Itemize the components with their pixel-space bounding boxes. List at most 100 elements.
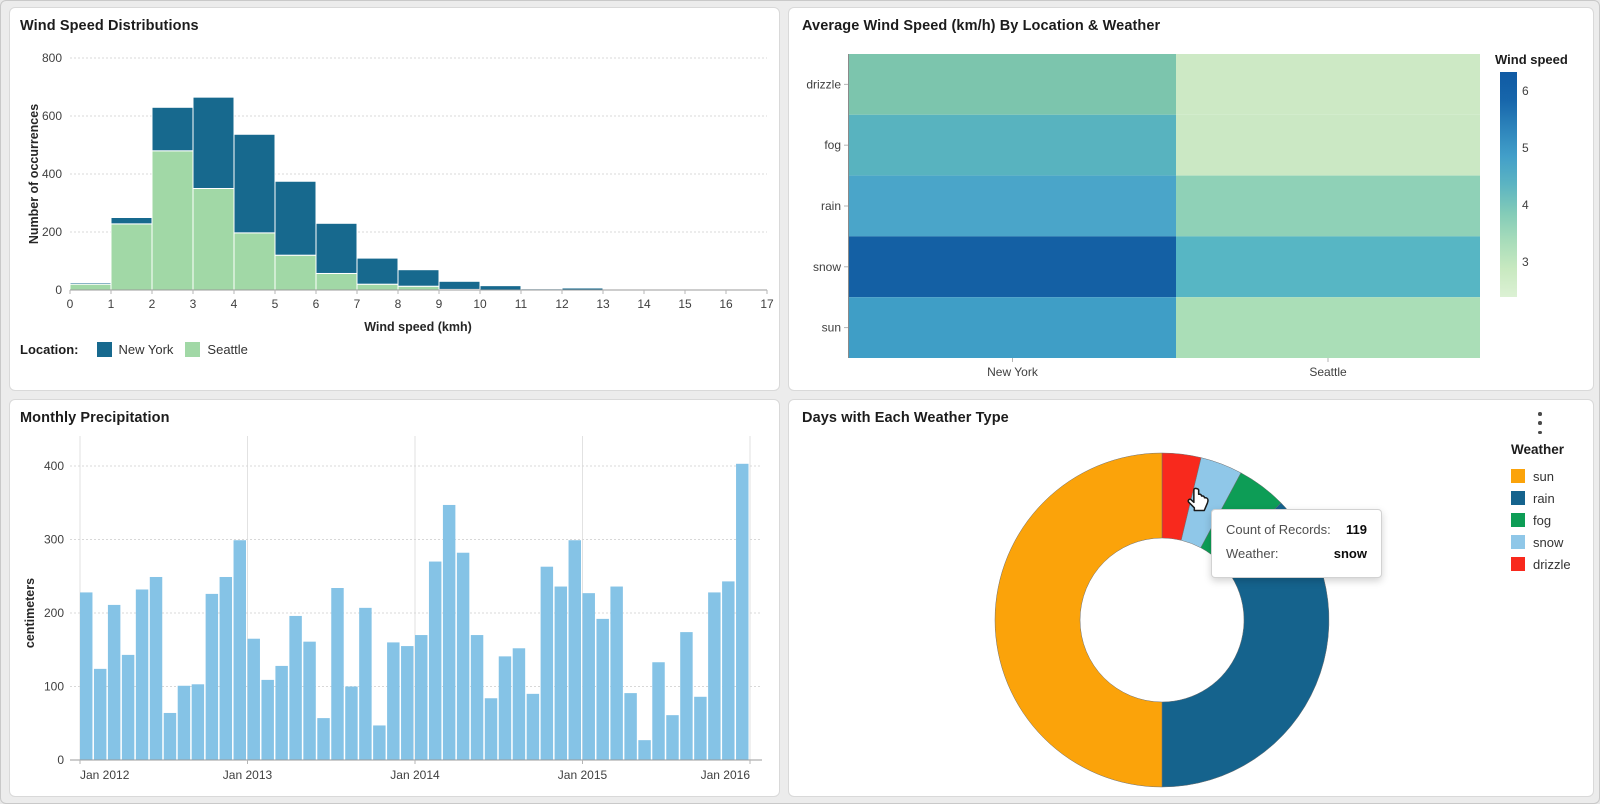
row-label: fog — [824, 138, 841, 152]
precipitation-bar[interactable] — [177, 685, 191, 760]
precipitation-bar[interactable] — [526, 693, 540, 760]
histogram-bar-seattle[interactable] — [151, 150, 194, 291]
histogram-bar-new-york[interactable] — [315, 222, 358, 274]
precipitation-bar[interactable] — [387, 642, 400, 760]
histogram-bar-new-york[interactable] — [438, 280, 481, 290]
histogram-bar-seattle[interactable] — [356, 283, 399, 291]
precipitation-bar[interactable] — [415, 635, 428, 760]
histogram-bar-new-york[interactable] — [69, 282, 112, 285]
y-tick-label: 400 — [44, 459, 64, 473]
wind-speed-heatmap: drizzle fog rain snow sun New York Seattle — [806, 54, 1480, 379]
precipitation-bar[interactable] — [275, 665, 288, 760]
precipitation-bar[interactable] — [191, 684, 205, 760]
precipitation-bar[interactable] — [219, 576, 233, 760]
precipitation-bar[interactable] — [512, 648, 526, 760]
precipitation-bar[interactable] — [135, 589, 149, 760]
precipitation-bar[interactable] — [610, 586, 623, 760]
heatmap-cell-drizzle-new-york[interactable] — [849, 54, 1176, 115]
precipitation-bar[interactable] — [289, 615, 302, 760]
histogram-bar-new-york[interactable] — [233, 133, 276, 234]
precipitation-bar[interactable] — [107, 604, 121, 760]
heatmap-cell-fog-new-york[interactable] — [849, 114, 1176, 176]
precipitation-bar[interactable] — [401, 646, 414, 760]
tooltip: Count of Records: 119 Weather: snow — [1211, 509, 1382, 578]
precipitation-bar[interactable] — [554, 586, 568, 760]
histogram-bar-seattle[interactable] — [233, 232, 276, 291]
precipitation-bar[interactable] — [317, 718, 330, 760]
x-tick-label: 5 — [272, 297, 279, 311]
heatmap-cell-rain-seattle[interactable] — [1176, 175, 1480, 237]
histogram-bar-new-york[interactable] — [274, 180, 317, 256]
colorbar-tick-label: 3 — [1522, 254, 1529, 269]
heatmap-cell-rain-new-york[interactable] — [849, 175, 1176, 237]
histogram-bar-seattle[interactable] — [315, 272, 358, 291]
y-axis-title: centimeters — [23, 577, 37, 649]
precipitation-bar[interactable] — [428, 561, 442, 760]
tooltip-value: snow — [1333, 546, 1367, 561]
panel-monthly-precipitation: Monthly Precipitation 0 100 200 300 400 Jan 2… — [9, 399, 780, 797]
heatmap-cell-snow-seattle[interactable] — [1176, 236, 1480, 298]
precipitation-bar[interactable] — [373, 725, 386, 760]
histogram-bar-seattle[interactable] — [192, 188, 235, 291]
histogram-bar-new-york[interactable] — [479, 285, 522, 291]
precipitation-bar[interactable] — [652, 662, 665, 760]
heatmap-cell-drizzle-seattle[interactable] — [1176, 54, 1480, 115]
legend-label: rain — [1533, 490, 1555, 506]
precipitation-bar[interactable] — [163, 712, 177, 760]
histogram-bar-new-york[interactable] — [356, 257, 399, 285]
precipitation-bar[interactable] — [359, 607, 372, 760]
heatmap-cell-snow-new-york[interactable] — [849, 236, 1176, 298]
y-tick-label: 0 — [55, 283, 62, 297]
histogram-bar-new-york[interactable] — [192, 96, 235, 189]
precipitation-bar[interactable] — [80, 592, 93, 760]
precipitation-bar[interactable] — [540, 566, 554, 760]
column-label: Seattle — [1309, 365, 1347, 379]
histogram-bar-seattle[interactable] — [274, 254, 317, 291]
x-tick-label: Jan 2016 — [701, 768, 751, 782]
heatmap-cell-fog-seattle[interactable] — [1176, 114, 1480, 176]
precipitation-bar[interactable] — [442, 504, 456, 760]
histogram-bar-new-york[interactable] — [397, 269, 440, 287]
precipitation-bar[interactable] — [568, 540, 581, 760]
precipitation-bar[interactable] — [205, 593, 219, 760]
precipitation-bar[interactable] — [680, 632, 693, 760]
histogram-bar-seattle[interactable] — [397, 285, 440, 291]
precipitation-bar[interactable] — [708, 592, 721, 760]
precipitation-bar[interactable] — [638, 740, 651, 760]
precipitation-bar[interactable] — [694, 696, 707, 760]
precipitation-bar[interactable] — [470, 635, 484, 760]
precipitation-bar[interactable] — [736, 463, 749, 760]
histogram-bar-new-york[interactable] — [110, 217, 153, 225]
precipitation-bar[interactable] — [582, 593, 595, 760]
precipitation-bar[interactable] — [149, 576, 163, 760]
heatmap-cell-sun-new-york[interactable] — [849, 297, 1176, 358]
precipitation-bar[interactable] — [666, 715, 679, 760]
row-label: snow — [813, 260, 841, 274]
legend-swatch — [96, 342, 112, 357]
tooltip-label: Weather: — [1226, 546, 1279, 561]
precipitation-bar[interactable] — [247, 638, 260, 760]
row-label: drizzle — [806, 77, 841, 91]
precipitation-bar[interactable] — [345, 686, 358, 761]
histogram-bar-seattle[interactable] — [110, 223, 153, 291]
weather-legend: Weather sun rain fog snow drizzle — [1511, 442, 1571, 575]
precipitation-bar[interactable] — [233, 540, 246, 760]
precipitation-bar[interactable] — [121, 654, 135, 760]
precipitation-bar[interactable] — [722, 581, 735, 760]
histogram-bar-new-york[interactable] — [151, 106, 194, 152]
precipitation-bar[interactable] — [596, 618, 609, 760]
precipitation-bar[interactable] — [93, 668, 107, 760]
x-tick-label: 12 — [555, 297, 569, 311]
column-label: New York — [987, 365, 1039, 379]
precipitation-bar[interactable] — [484, 698, 498, 760]
panel-avg-wind-speed-heatmap: Average Wind Speed (km/h) By Location & … — [788, 7, 1594, 391]
donut-slice-sun[interactable] — [994, 452, 1163, 788]
precipitation-bar[interactable] — [624, 693, 637, 760]
precipitation-bar[interactable] — [261, 679, 274, 760]
heatmap-cell-sun-seattle[interactable] — [1176, 297, 1480, 358]
x-tick-label: 0 — [67, 297, 74, 311]
precipitation-bar[interactable] — [498, 656, 512, 760]
precipitation-bar[interactable] — [331, 588, 344, 760]
precipitation-bar[interactable] — [456, 552, 470, 760]
precipitation-bar[interactable] — [303, 641, 316, 760]
